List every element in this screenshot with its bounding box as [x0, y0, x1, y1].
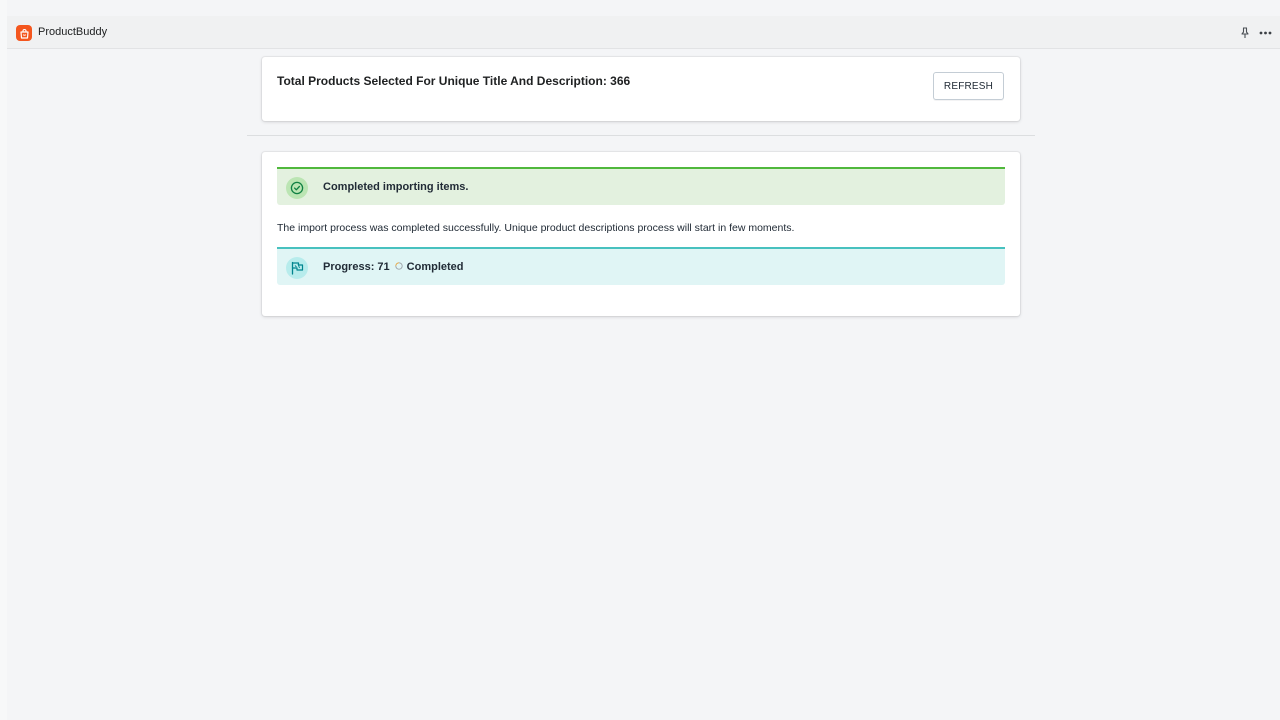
flag-icon — [286, 257, 308, 279]
refresh-button[interactable]: REFRESH — [933, 72, 1004, 100]
window-left-edge — [0, 0, 7, 720]
progress-banner-title: Progress: 71 Completed — [323, 260, 464, 274]
spinner-icon — [395, 260, 403, 270]
check-circle-icon — [286, 177, 308, 199]
section-divider — [247, 135, 1035, 136]
import-message: The import process was completed success… — [277, 222, 795, 234]
app-header: ProductBuddy — [7, 16, 1280, 49]
summary-card: Total Products Selected For Unique Title… — [262, 57, 1020, 121]
success-banner: Completed importing items. — [277, 167, 1005, 205]
progress-status: Completed — [406, 261, 464, 273]
progress-label: Progress: 71 — [323, 261, 390, 273]
app-title: ProductBuddy — [38, 26, 108, 38]
pin-icon[interactable] — [1239, 26, 1251, 39]
progress-banner: Progress: 71 Completed — [277, 247, 1005, 285]
import-status-card: Completed importing items. The import pr… — [262, 152, 1020, 316]
shopping-bag-icon — [16, 25, 32, 41]
more-horizontal-icon[interactable] — [1258, 26, 1272, 39]
success-banner-title: Completed importing items. — [323, 181, 469, 193]
total-products-heading: Total Products Selected For Unique Title… — [277, 74, 631, 88]
